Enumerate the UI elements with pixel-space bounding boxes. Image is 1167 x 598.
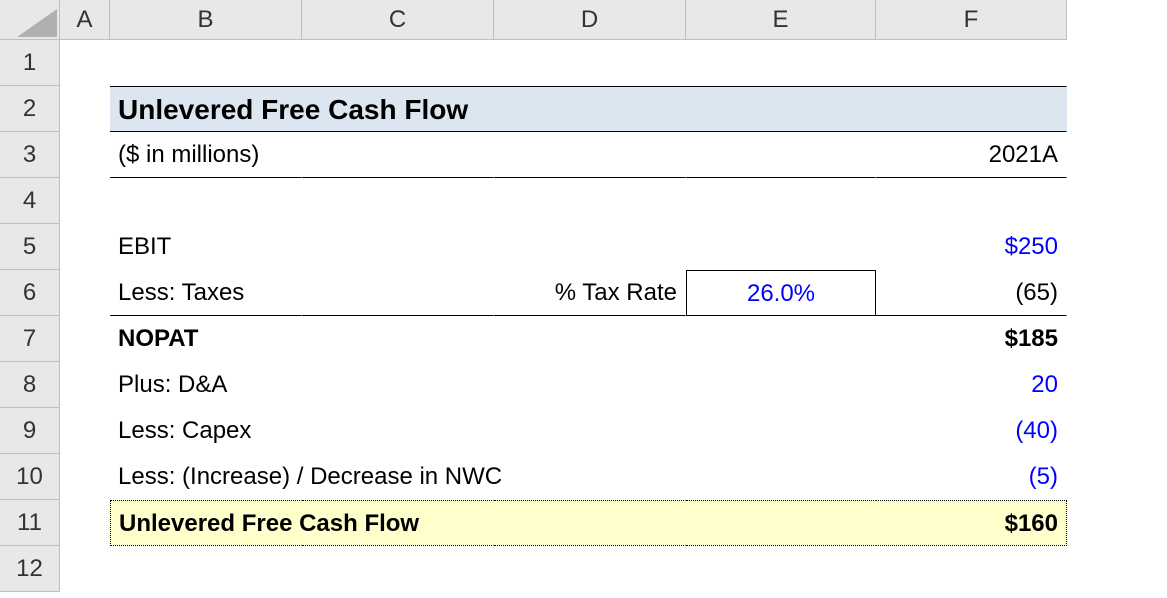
value-ebit[interactable]: $250 xyxy=(876,224,1067,270)
col-header-C[interactable]: C xyxy=(302,0,494,40)
cell-A3[interactable] xyxy=(60,132,110,178)
cell-D5[interactable] xyxy=(494,224,686,270)
col-header-D[interactable]: D xyxy=(494,0,686,40)
row-header-3[interactable]: 3 xyxy=(0,132,60,178)
cell-A6[interactable] xyxy=(60,270,110,316)
cell-B12[interactable] xyxy=(110,546,302,592)
cell-C1[interactable] xyxy=(302,40,494,86)
cell-E4[interactable] xyxy=(686,178,876,224)
cell-A11[interactable] xyxy=(60,500,110,546)
cell-C5[interactable] xyxy=(302,224,494,270)
value-nwc[interactable]: (5) xyxy=(876,454,1067,500)
cell-C6[interactable] xyxy=(302,270,494,316)
title-cell[interactable]: Unlevered Free Cash Flow xyxy=(110,86,1067,132)
row-header-1[interactable]: 1 xyxy=(0,40,60,86)
cell-B4[interactable] xyxy=(110,178,302,224)
cell-D11[interactable] xyxy=(494,500,686,546)
cell-A8[interactable] xyxy=(60,362,110,408)
cell-E3[interactable] xyxy=(686,132,876,178)
cell-A4[interactable] xyxy=(60,178,110,224)
row-header-5[interactable]: 5 xyxy=(0,224,60,270)
cell-D1[interactable] xyxy=(494,40,686,86)
label-nopat[interactable]: NOPAT xyxy=(110,316,302,362)
period-label[interactable]: 2021A xyxy=(876,132,1067,178)
cell-B1[interactable] xyxy=(110,40,302,86)
row-header-2[interactable]: 2 xyxy=(0,86,60,132)
cell-E8[interactable] xyxy=(686,362,876,408)
cell-C3[interactable] xyxy=(302,132,494,178)
cell-C9[interactable] xyxy=(302,408,494,454)
cell-C12[interactable] xyxy=(302,546,494,592)
cell-A12[interactable] xyxy=(60,546,110,592)
cell-E10[interactable] xyxy=(686,454,876,500)
cell-A7[interactable] xyxy=(60,316,110,362)
value-taxes[interactable]: (65) xyxy=(876,270,1067,316)
label-less-taxes[interactable]: Less: Taxes xyxy=(110,270,302,316)
col-header-E[interactable]: E xyxy=(686,0,876,40)
input-tax-rate[interactable]: 26.0% xyxy=(686,270,876,316)
label-tax-rate[interactable]: % Tax Rate xyxy=(494,270,686,316)
value-ufcf[interactable]: $160 xyxy=(876,500,1067,546)
cell-C8[interactable] xyxy=(302,362,494,408)
cell-E12[interactable] xyxy=(686,546,876,592)
cell-A1[interactable] xyxy=(60,40,110,86)
select-all-corner[interactable] xyxy=(0,0,60,40)
cell-D9[interactable] xyxy=(494,408,686,454)
spreadsheet-grid: A B C D E F 1 2 Unlevered Free Cash Flow… xyxy=(0,0,1167,592)
cell-A9[interactable] xyxy=(60,408,110,454)
row-header-11[interactable]: 11 xyxy=(0,500,60,546)
cell-F1[interactable] xyxy=(876,40,1067,86)
cell-D10[interactable] xyxy=(494,454,686,500)
cell-D3[interactable] xyxy=(494,132,686,178)
col-header-F[interactable]: F xyxy=(876,0,1067,40)
cell-A10[interactable] xyxy=(60,454,110,500)
cell-F4[interactable] xyxy=(876,178,1067,224)
cell-D4[interactable] xyxy=(494,178,686,224)
cell-C4[interactable] xyxy=(302,178,494,224)
col-header-A[interactable]: A xyxy=(60,0,110,40)
cell-D7[interactable] xyxy=(494,316,686,362)
value-capex[interactable]: (40) xyxy=(876,408,1067,454)
label-plus-da[interactable]: Plus: D&A xyxy=(110,362,302,408)
subtitle-units[interactable]: ($ in millions) xyxy=(110,132,302,178)
row-header-12[interactable]: 12 xyxy=(0,546,60,592)
label-less-nwc[interactable]: Less: (Increase) / Decrease in NWC xyxy=(110,454,302,500)
cell-C7[interactable] xyxy=(302,316,494,362)
cell-F12[interactable] xyxy=(876,546,1067,592)
row-header-7[interactable]: 7 xyxy=(0,316,60,362)
col-header-B[interactable]: B xyxy=(110,0,302,40)
cell-D8[interactable] xyxy=(494,362,686,408)
cell-E1[interactable] xyxy=(686,40,876,86)
cell-E9[interactable] xyxy=(686,408,876,454)
value-nopat[interactable]: $185 xyxy=(876,316,1067,362)
row-header-9[interactable]: 9 xyxy=(0,408,60,454)
label-ufcf[interactable]: Unlevered Free Cash Flow xyxy=(110,500,302,546)
cell-A5[interactable] xyxy=(60,224,110,270)
row-header-6[interactable]: 6 xyxy=(0,270,60,316)
label-ebit[interactable]: EBIT xyxy=(110,224,302,270)
value-da[interactable]: 20 xyxy=(876,362,1067,408)
cell-D12[interactable] xyxy=(494,546,686,592)
cell-E11[interactable] xyxy=(686,500,876,546)
row-header-10[interactable]: 10 xyxy=(0,454,60,500)
label-less-capex[interactable]: Less: Capex xyxy=(110,408,302,454)
row-header-4[interactable]: 4 xyxy=(0,178,60,224)
cell-A2[interactable] xyxy=(60,86,110,132)
cell-E5[interactable] xyxy=(686,224,876,270)
cell-E7[interactable] xyxy=(686,316,876,362)
row-header-8[interactable]: 8 xyxy=(0,362,60,408)
